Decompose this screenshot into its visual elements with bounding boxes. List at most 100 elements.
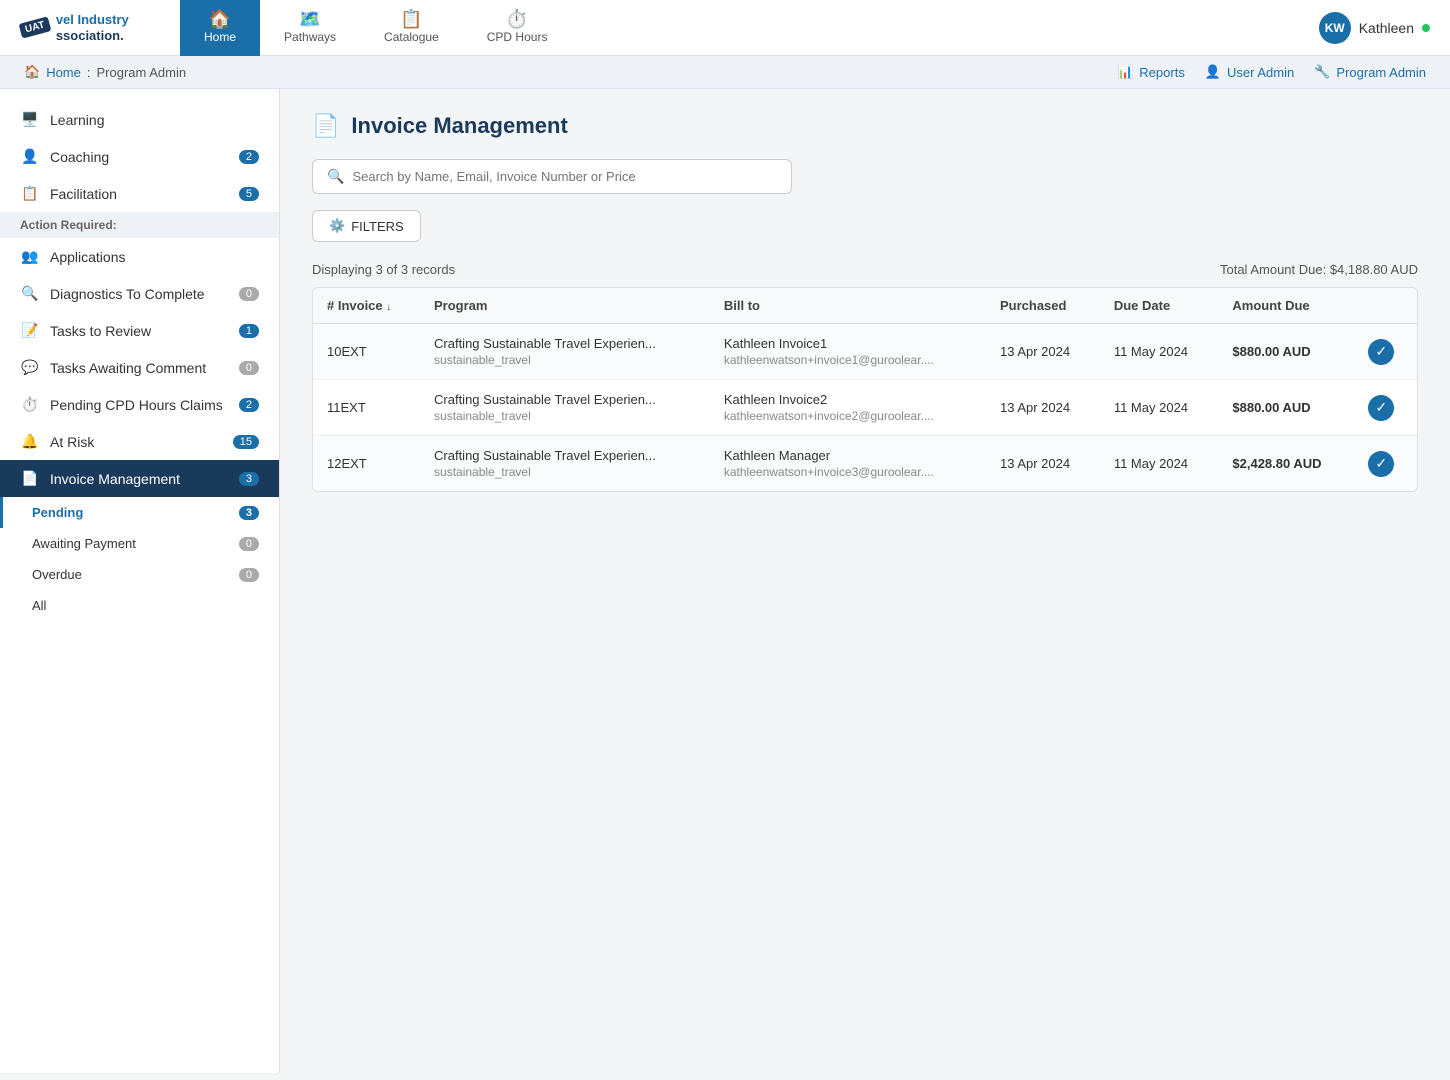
amount-due: $2,428.80 AUD bbox=[1218, 436, 1354, 492]
breadcrumb-left: 🏠 Home : Program Admin bbox=[24, 64, 186, 80]
bill-to: Kathleen Invoice2 kathleenwatson+invoice… bbox=[710, 380, 986, 436]
page-header: 📄 Invoice Management bbox=[312, 113, 1418, 139]
sub-item-all[interactable]: All bbox=[0, 590, 279, 621]
col-header---invoice[interactable]: # Invoice ↓ bbox=[313, 288, 420, 324]
sub-badge: 0 bbox=[239, 537, 259, 551]
action-cell[interactable]: ✓ bbox=[1354, 324, 1417, 380]
sidebar-item-tasks-to-review[interactable]: 📝Tasks to Review1 bbox=[0, 312, 279, 349]
invoice-num: 11EXT bbox=[313, 380, 420, 436]
badge: 0 bbox=[239, 287, 259, 301]
home-link[interactable]: Home bbox=[46, 65, 81, 80]
col-header-purchased: Purchased bbox=[986, 288, 1100, 324]
page-title: Invoice Management bbox=[351, 113, 567, 139]
sidebar-item-diagnostics-to-complete[interactable]: 🔍Diagnostics To Complete0 bbox=[0, 275, 279, 312]
main-layout: 🖥️Learning👤Coaching2📋Facilitation5Action… bbox=[0, 89, 1450, 1073]
sub-item-overdue[interactable]: Overdue0 bbox=[0, 559, 279, 590]
breadcrumb-action-reports[interactable]: 📊Reports bbox=[1117, 64, 1185, 80]
col-header-program: Program bbox=[420, 288, 710, 324]
nav-item-cpd hours[interactable]: ⏱️CPD Hours bbox=[463, 0, 572, 56]
sub-item-awaiting-payment[interactable]: Awaiting Payment0 bbox=[0, 528, 279, 559]
action-button[interactable]: ✓ bbox=[1368, 451, 1394, 477]
col-header-amount-due: Amount Due bbox=[1218, 288, 1354, 324]
purchased: 13 Apr 2024 bbox=[986, 380, 1100, 436]
nav-item-pathways[interactable]: 🗺️Pathways bbox=[260, 0, 360, 56]
filters-label: FILTERS bbox=[351, 219, 404, 234]
invoice-num: 12EXT bbox=[313, 436, 420, 492]
total-amount: Total Amount Due: $4,188.80 AUD bbox=[1220, 262, 1418, 277]
sub-badge: 3 bbox=[239, 506, 259, 520]
sidebar-icon: ⏱️ bbox=[20, 396, 40, 413]
sidebar-item-pending-cpd-hours-claims[interactable]: ⏱️Pending CPD Hours Claims2 bbox=[0, 386, 279, 423]
user-name: Kathleen bbox=[1359, 20, 1414, 36]
page-header-icon: 📄 bbox=[312, 113, 339, 139]
sidebar-icon: 📋 bbox=[20, 185, 40, 202]
badge: 2 bbox=[239, 150, 259, 164]
sidebar-icon: 💬 bbox=[20, 359, 40, 376]
sidebar-item-applications[interactable]: 👥Applications bbox=[0, 238, 279, 275]
due-date: 11 May 2024 bbox=[1100, 380, 1219, 436]
sidebar-icon: 👥 bbox=[20, 248, 40, 265]
sidebar-icon: 🔍 bbox=[20, 285, 40, 302]
search-bar[interactable]: 🔍 bbox=[312, 159, 792, 194]
badge: 3 bbox=[239, 472, 259, 486]
nav-item-home[interactable]: 🏠Home bbox=[180, 0, 260, 56]
logo-text: vel Industry ssociation. bbox=[56, 12, 129, 43]
sidebar-icon: 🖥️ bbox=[20, 111, 40, 128]
filters-button[interactable]: ⚙️ FILTERS bbox=[312, 210, 421, 242]
nav-item-catalogue[interactable]: 📋Catalogue bbox=[360, 0, 463, 56]
due-date: 11 May 2024 bbox=[1100, 436, 1219, 492]
action-required-header: Action Required: bbox=[0, 212, 279, 238]
breadcrumb-actions: 📊Reports 👤User Admin 🔧Program Admin bbox=[1117, 64, 1426, 80]
col-header-due-date: Due Date bbox=[1100, 288, 1219, 324]
col-header-action bbox=[1354, 288, 1417, 324]
purchased: 13 Apr 2024 bbox=[986, 324, 1100, 380]
uat-badge: UAT bbox=[19, 16, 52, 38]
home-icon: 🏠 bbox=[24, 64, 40, 80]
sidebar-icon: 📄 bbox=[20, 470, 40, 487]
sidebar-item-tasks-awaiting-comment[interactable]: 💬Tasks Awaiting Comment0 bbox=[0, 349, 279, 386]
amount-due: $880.00 AUD bbox=[1218, 380, 1354, 436]
sidebar-item-at-risk[interactable]: 🔔At Risk15 bbox=[0, 423, 279, 460]
sidebar-icon: 👤 bbox=[20, 148, 40, 165]
breadcrumb: 🏠 Home : Program Admin 📊Reports 👤User Adm… bbox=[0, 56, 1450, 89]
sidebar-icon: 🔔 bbox=[20, 433, 40, 450]
sidebar-item-learning[interactable]: 🖥️Learning bbox=[0, 101, 279, 138]
sidebar-item-invoice-management[interactable]: 📄Invoice Management3 bbox=[0, 460, 279, 497]
search-icon: 🔍 bbox=[327, 168, 344, 185]
program: Crafting Sustainable Travel Experien... … bbox=[420, 436, 710, 492]
action-cell[interactable]: ✓ bbox=[1354, 380, 1417, 436]
user-area: KW Kathleen bbox=[1319, 12, 1450, 44]
sidebar-item-facilitation[interactable]: 📋Facilitation5 bbox=[0, 175, 279, 212]
program: Crafting Sustainable Travel Experien... … bbox=[420, 324, 710, 380]
table-row: 10EXT Crafting Sustainable Travel Experi… bbox=[313, 324, 1417, 380]
table-row: 12EXT Crafting Sustainable Travel Experi… bbox=[313, 436, 1417, 492]
table-header-row: # Invoice ↓ProgramBill toPurchasedDue Da… bbox=[313, 288, 1417, 324]
badge: 5 bbox=[239, 187, 259, 201]
sidebar: 🖥️Learning👤Coaching2📋Facilitation5Action… bbox=[0, 89, 280, 1073]
search-input[interactable] bbox=[352, 169, 777, 184]
sub-badge: 0 bbox=[239, 568, 259, 582]
logo-area: UAT vel Industry ssociation. bbox=[0, 12, 180, 43]
avatar: KW bbox=[1319, 12, 1351, 44]
badge: 1 bbox=[239, 324, 259, 338]
action-button[interactable]: ✓ bbox=[1368, 395, 1394, 421]
breadcrumb-action-user-admin[interactable]: 👤User Admin bbox=[1205, 64, 1294, 80]
action-cell[interactable]: ✓ bbox=[1354, 436, 1417, 492]
due-date: 11 May 2024 bbox=[1100, 324, 1219, 380]
action-button[interactable]: ✓ bbox=[1368, 339, 1394, 365]
program: Crafting Sustainable Travel Experien... … bbox=[420, 380, 710, 436]
badge: 0 bbox=[239, 361, 259, 375]
sidebar-item-coaching[interactable]: 👤Coaching2 bbox=[0, 138, 279, 175]
invoice-table: # Invoice ↓ProgramBill toPurchasedDue Da… bbox=[312, 287, 1418, 492]
online-indicator bbox=[1422, 24, 1430, 32]
nav-items: 🏠Home🗺️Pathways📋Catalogue⏱️CPD Hours bbox=[180, 0, 1319, 56]
amount-due: $880.00 AUD bbox=[1218, 324, 1354, 380]
bill-to: Kathleen Invoice1 kathleenwatson+invoice… bbox=[710, 324, 986, 380]
col-header-bill-to: Bill to bbox=[710, 288, 986, 324]
breadcrumb-action-program-admin[interactable]: 🔧Program Admin bbox=[1314, 64, 1426, 80]
purchased: 13 Apr 2024 bbox=[986, 436, 1100, 492]
badge: 15 bbox=[233, 435, 259, 449]
sidebar-icon: 📝 bbox=[20, 322, 40, 339]
table-meta: Displaying 3 of 3 records Total Amount D… bbox=[312, 262, 1418, 277]
sub-item-pending[interactable]: Pending3 bbox=[0, 497, 279, 528]
